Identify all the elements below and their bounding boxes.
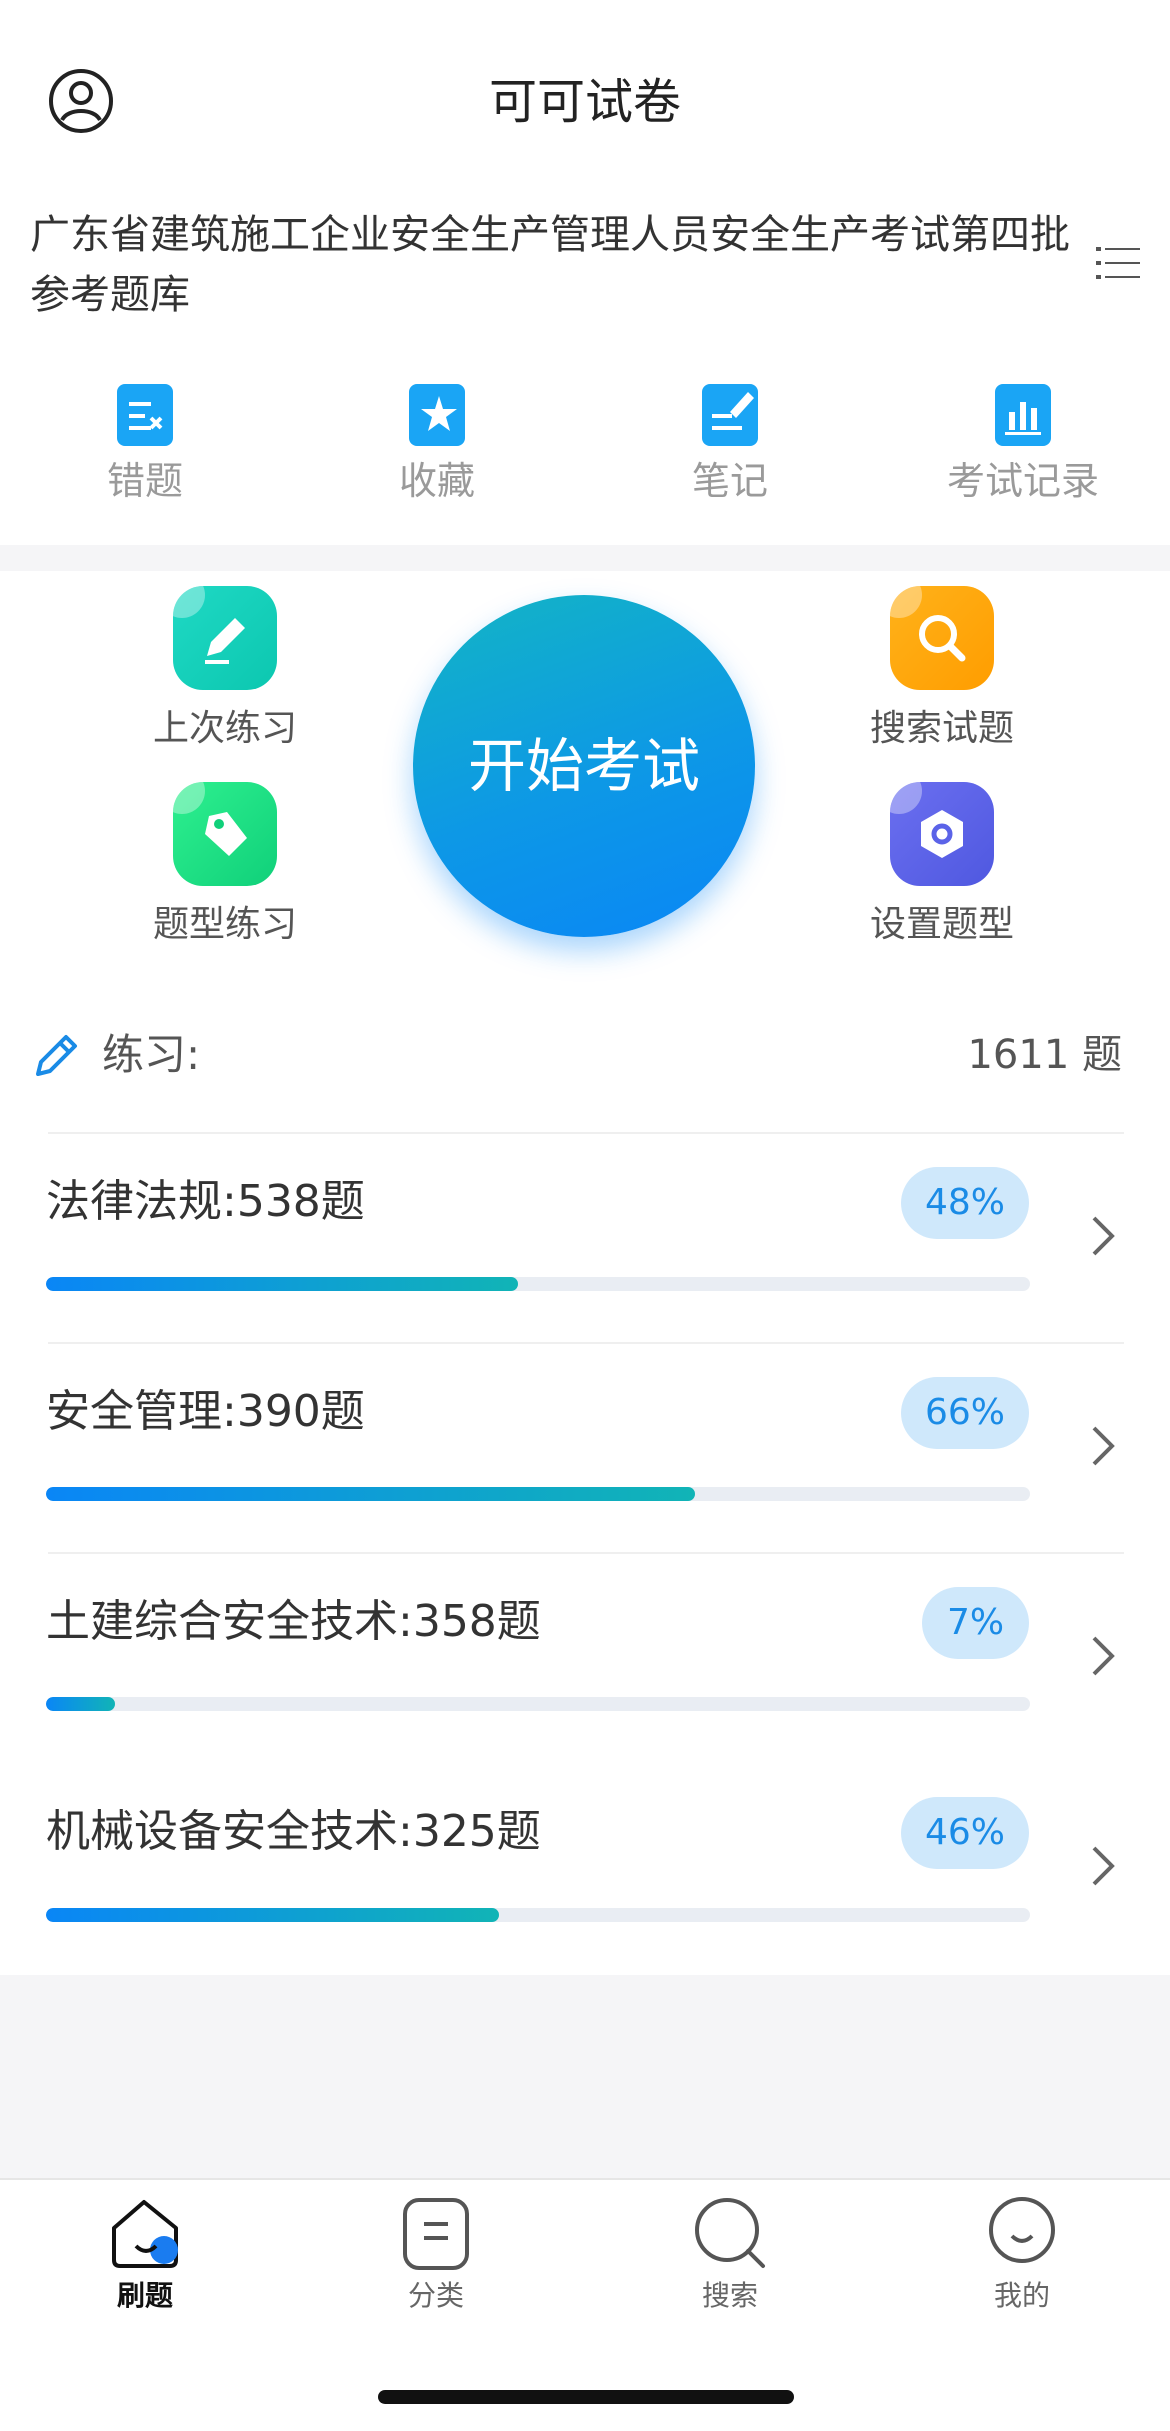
edit-pencil-icon [32, 1030, 82, 1080]
set-question-type-button[interactable]: 设置题型 [832, 782, 1052, 950]
exam-record-button[interactable]: 考试记录 [893, 382, 1153, 506]
category-name: 土建综合安全技术:358题 [46, 1596, 541, 1647]
tab-search[interactable]: 搜索 [635, 2194, 825, 2316]
tab-label: 我的 [993, 2279, 1050, 2312]
home-indicator [378, 2390, 794, 2404]
chevron-right-icon [1088, 1842, 1118, 1890]
type-practice-label: 题型练习 [152, 904, 297, 945]
tab-label: 分类 [407, 2279, 464, 2312]
favorites-button[interactable]: 收藏 [307, 382, 567, 506]
progress-fill [46, 1487, 696, 1501]
progress-track [46, 1277, 1030, 1291]
tab-label: 刷题 [116, 2279, 173, 2312]
category-name: 安全管理:390题 [46, 1386, 365, 1437]
exam-record-icon [993, 382, 1053, 448]
category-doc-icon [397, 2194, 475, 2272]
smiley-profile-icon [983, 2194, 1061, 2272]
progress-percent-badge: 66% [901, 1377, 1029, 1449]
quick-link-label: 考试记录 [946, 459, 1099, 503]
category-name: 法律法规:538题 [46, 1176, 365, 1227]
start-exam-button[interactable]: 开始考试 [413, 595, 755, 937]
category-name: 机械设备安全技术:325题 [46, 1806, 541, 1857]
last-practice-label: 上次练习 [152, 708, 297, 749]
chevron-right-icon [1088, 1632, 1118, 1680]
practice-total-count: 1611 题 [967, 1032, 1122, 1078]
progress-fill [46, 1697, 115, 1711]
favorites-icon [407, 382, 467, 448]
progress-fill [46, 1277, 519, 1291]
page-title: 可可试卷 [488, 74, 681, 130]
tab-category[interactable]: 分类 [341, 2194, 531, 2316]
tag-icon [173, 782, 277, 886]
list-menu-icon[interactable] [1096, 246, 1140, 280]
progress-percent-badge: 7% [922, 1587, 1029, 1659]
search-questions-button[interactable]: 搜索试题 [832, 586, 1052, 754]
home-practice-icon [106, 2194, 184, 2272]
quick-link-label: 错题 [106, 459, 183, 503]
notes-icon [700, 382, 760, 448]
search-tab-icon [691, 2194, 769, 2272]
set-question-type-label: 设置题型 [869, 904, 1014, 945]
search-icon [890, 586, 994, 690]
pencil-icon [173, 586, 277, 690]
notes-button[interactable]: 笔记 [600, 382, 860, 506]
progress-track [46, 1908, 1030, 1922]
progress-percent-badge: 46% [901, 1797, 1029, 1869]
tab-practice[interactable]: 刷题 [50, 2194, 240, 2316]
quick-link-label: 收藏 [398, 459, 475, 503]
quick-link-label: 笔记 [691, 459, 768, 503]
type-practice-button[interactable]: 题型练习 [115, 782, 335, 950]
settings-hex-icon [890, 782, 994, 886]
progress-track [46, 1697, 1030, 1711]
progress-percent-badge: 48% [901, 1167, 1029, 1239]
progress-track [46, 1487, 1030, 1501]
tab-label: 搜索 [701, 2279, 758, 2312]
practice-label: 练习: [102, 1030, 201, 1079]
chevron-right-icon [1088, 1212, 1118, 1260]
tab-mine[interactable]: 我的 [927, 2194, 1117, 2316]
question-bank-title[interactable]: 广东省建筑施工企业安全生产管理人员安全生产考试第四批参考题库 [30, 205, 1090, 325]
chevron-right-icon [1088, 1422, 1118, 1470]
search-questions-label: 搜索试题 [869, 708, 1014, 749]
wrong-questions-button[interactable]: 错题 [15, 382, 275, 506]
progress-fill [46, 1908, 499, 1922]
wrong-questions-icon [115, 382, 175, 448]
last-practice-button[interactable]: 上次练习 [115, 586, 335, 754]
